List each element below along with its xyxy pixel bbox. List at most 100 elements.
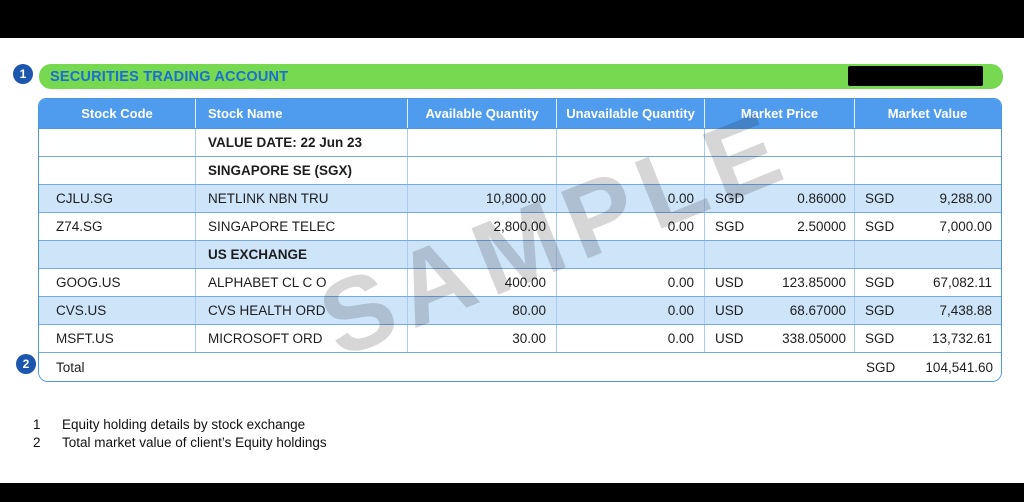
cell-available-qty: 10,800.00: [408, 185, 557, 212]
cell-stock-code: [39, 157, 196, 184]
price-value: 123.85000: [782, 275, 846, 290]
cell-stock-name: CVS HEALTH ORD: [196, 297, 408, 324]
cell-market-price: [705, 157, 855, 184]
table-row-msft: MSFT.US MICROSOFT ORD 30.00 0.00 USD 338.…: [39, 325, 1001, 353]
bottom-letterbox-bar: [0, 483, 1024, 502]
cell-market-price: USD 338.05000: [705, 325, 855, 352]
cell-unavailable-qty: 0.00: [557, 269, 705, 296]
table-row-cvs: CVS.US CVS HEALTH ORD 80.00 0.00 USD 68.6…: [39, 297, 1001, 325]
cell-stock-name: NETLINK NBN TRU: [196, 185, 408, 212]
cell-market-value: SGD 9,288.00: [855, 185, 1000, 212]
cell-stock-name: SINGAPORE SE (SGX): [196, 157, 408, 184]
value-currency: SGD: [865, 303, 895, 318]
value-currency: SGD: [865, 219, 895, 234]
cell-market-price: [705, 241, 855, 268]
cell-unavailable-qty: [557, 241, 705, 268]
section-header-banner: SECURITIES TRADING ACCOUNT: [39, 64, 1003, 89]
header-stock-name: Stock Name: [196, 99, 408, 128]
cell-available-qty: 2,800.00: [408, 213, 557, 240]
callout-marker-2-number: 2: [22, 357, 30, 371]
price-currency: SGD: [715, 191, 745, 206]
table-row-z74: Z74.SG SINGAPORE TELEC 2,800.00 0.00 SGD…: [39, 213, 1001, 241]
cell-available-qty: [408, 157, 557, 184]
cell-stock-code: GOOG.US: [39, 269, 196, 296]
cell-unavailable-qty: [557, 157, 705, 184]
callout-marker-1: 1: [13, 64, 33, 84]
price-value: 338.05000: [782, 331, 846, 346]
footnote-1: 1 Equity holding details by stock exchan…: [33, 416, 327, 434]
price-currency: SGD: [715, 219, 745, 234]
footnote-2: 2 Total market value of client’s Equity …: [33, 434, 327, 452]
cell-stock-name: VALUE DATE: 22 Jun 23: [196, 129, 408, 156]
cell-available-qty: [408, 241, 557, 268]
cell-stock-code: CJLU.SG: [39, 185, 196, 212]
price-currency: USD: [715, 331, 744, 346]
price-value: 2.50000: [797, 219, 846, 234]
total-amount: 104,541.60: [925, 359, 993, 375]
price-currency: USD: [715, 303, 744, 318]
table-total-row: Total SGD 104,541.60: [39, 353, 1001, 381]
cell-market-value: SGD 7,438.88: [855, 297, 1000, 324]
cell-unavailable-qty: [557, 129, 705, 156]
price-value: 68.67000: [789, 303, 846, 318]
cell-market-value: SGD 13,732.61: [855, 325, 1000, 352]
value-amount: 67,082.11: [932, 275, 992, 290]
cell-stock-code: CVS.US: [39, 297, 196, 324]
table-row-us-section: US EXCHANGE: [39, 241, 1001, 269]
cell-market-value: [855, 157, 1000, 184]
header-stock-code: Stock Code: [39, 99, 196, 128]
top-letterbox-bar: [0, 0, 1024, 38]
cell-market-price: [705, 129, 855, 156]
cell-market-value: SGD 67,082.11: [855, 269, 1000, 296]
statement-page: 1 SECURITIES TRADING ACCOUNT Stock Code …: [0, 0, 1024, 502]
cell-stock-name: ALPHABET CL C O: [196, 269, 408, 296]
cell-stock-code: Z74.SG: [39, 213, 196, 240]
table-header-row: Stock Code Stock Name Available Quantity…: [39, 99, 1001, 129]
cell-available-qty: 30.00: [408, 325, 557, 352]
cell-market-value: [855, 129, 1000, 156]
value-amount: 13,732.61: [931, 331, 992, 346]
cell-stock-name: SINGAPORE TELEC: [196, 213, 408, 240]
cell-market-value: SGD 7,000.00: [855, 213, 1000, 240]
callout-marker-2: 2: [16, 354, 36, 374]
price-currency: USD: [715, 275, 744, 290]
redacted-account-number: [848, 66, 983, 86]
cell-stock-code: MSFT.US: [39, 325, 196, 352]
header-market-price: Market Price: [705, 99, 855, 128]
value-currency: SGD: [865, 331, 895, 346]
total-market-value: SGD 104,541.60: [856, 353, 1001, 381]
table-row-sgx-section: SINGAPORE SE (SGX): [39, 157, 1001, 185]
footnote-1-number: 1: [33, 417, 41, 432]
table-row-value-date: VALUE DATE: 22 Jun 23: [39, 129, 1001, 157]
cell-market-value: [855, 241, 1000, 268]
section-title: SECURITIES TRADING ACCOUNT: [50, 68, 289, 85]
footnotes: 1 Equity holding details by stock exchan…: [33, 416, 327, 452]
cell-stock-code: [39, 241, 196, 268]
cell-unavailable-qty: 0.00: [557, 185, 705, 212]
footnote-2-text: Total market value of client’s Equity ho…: [62, 435, 327, 450]
value-currency: SGD: [865, 275, 895, 290]
total-label: Total: [56, 359, 85, 375]
cell-stock-code: [39, 129, 196, 156]
total-currency: SGD: [866, 359, 896, 375]
cell-stock-name: MICROSOFT ORD: [196, 325, 408, 352]
value-currency: SGD: [865, 191, 895, 206]
cell-available-qty: [408, 129, 557, 156]
header-unavailable-quantity: Unavailable Quantity: [557, 99, 705, 128]
cell-market-price: USD 123.85000: [705, 269, 855, 296]
table-row-goog: GOOG.US ALPHABET CL C O 400.00 0.00 USD 1…: [39, 269, 1001, 297]
cell-unavailable-qty: 0.00: [557, 297, 705, 324]
header-available-quantity: Available Quantity: [408, 99, 557, 128]
value-amount: 7,438.88: [939, 303, 992, 318]
footnote-2-number: 2: [33, 435, 41, 450]
cell-unavailable-qty: 0.00: [557, 325, 705, 352]
footnote-1-text: Equity holding details by stock exchange: [62, 417, 306, 432]
callout-marker-1-number: 1: [19, 67, 27, 81]
cell-available-qty: 80.00: [408, 297, 557, 324]
table-row-cjlu: CJLU.SG NETLINK NBN TRU 10,800.00 0.00 S…: [39, 185, 1001, 213]
cell-market-price: SGD 0.86000: [705, 185, 855, 212]
cell-unavailable-qty: 0.00: [557, 213, 705, 240]
value-amount: 9,288.00: [939, 191, 992, 206]
header-market-value: Market Value: [887, 106, 968, 121]
holdings-table: Stock Code Stock Name Available Quantity…: [38, 98, 1002, 382]
